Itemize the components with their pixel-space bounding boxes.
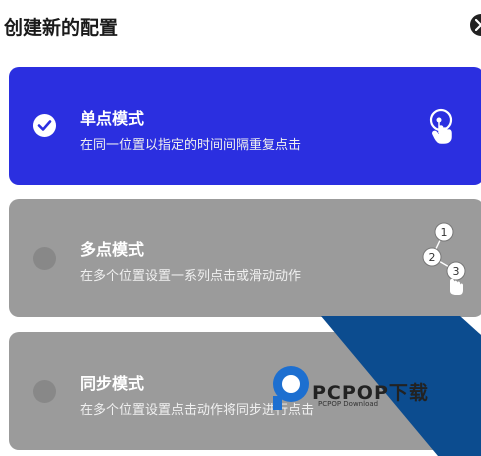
step-label: 1 xyxy=(441,226,448,239)
step-label: 3 xyxy=(453,265,460,278)
mode-card-multi[interactable]: 多点模式 在多个位置设置一系列点击或滑动动作 1 2 3 xyxy=(9,199,481,317)
page-title: 创建新的配置 xyxy=(4,17,119,39)
step-label: 2 xyxy=(429,251,436,264)
mode-card-single[interactable]: 单点模式 在同一位置以指定的时间间隔重复点击 xyxy=(9,67,481,185)
radio-selected-icon[interactable] xyxy=(33,114,56,137)
close-icon[interactable] xyxy=(470,14,481,36)
mode-title: 同步模式 xyxy=(80,374,145,393)
mode-description: 在多个位置设置点击动作将同步进行点击 xyxy=(80,403,315,418)
watermark-subtext: PCPOP Download xyxy=(318,400,379,408)
mode-title: 单点模式 xyxy=(80,109,145,128)
multi-tap-icon: 1 2 3 xyxy=(422,222,466,295)
radio-unselected-icon[interactable] xyxy=(33,380,56,403)
single-tap-icon xyxy=(429,108,453,144)
mode-description: 在多个位置设置一系列点击或滑动动作 xyxy=(80,269,302,284)
radio-unselected-icon[interactable] xyxy=(33,247,56,270)
mode-title: 多点模式 xyxy=(80,240,145,259)
mode-description: 在同一位置以指定的时间间隔重复点击 xyxy=(80,138,302,153)
